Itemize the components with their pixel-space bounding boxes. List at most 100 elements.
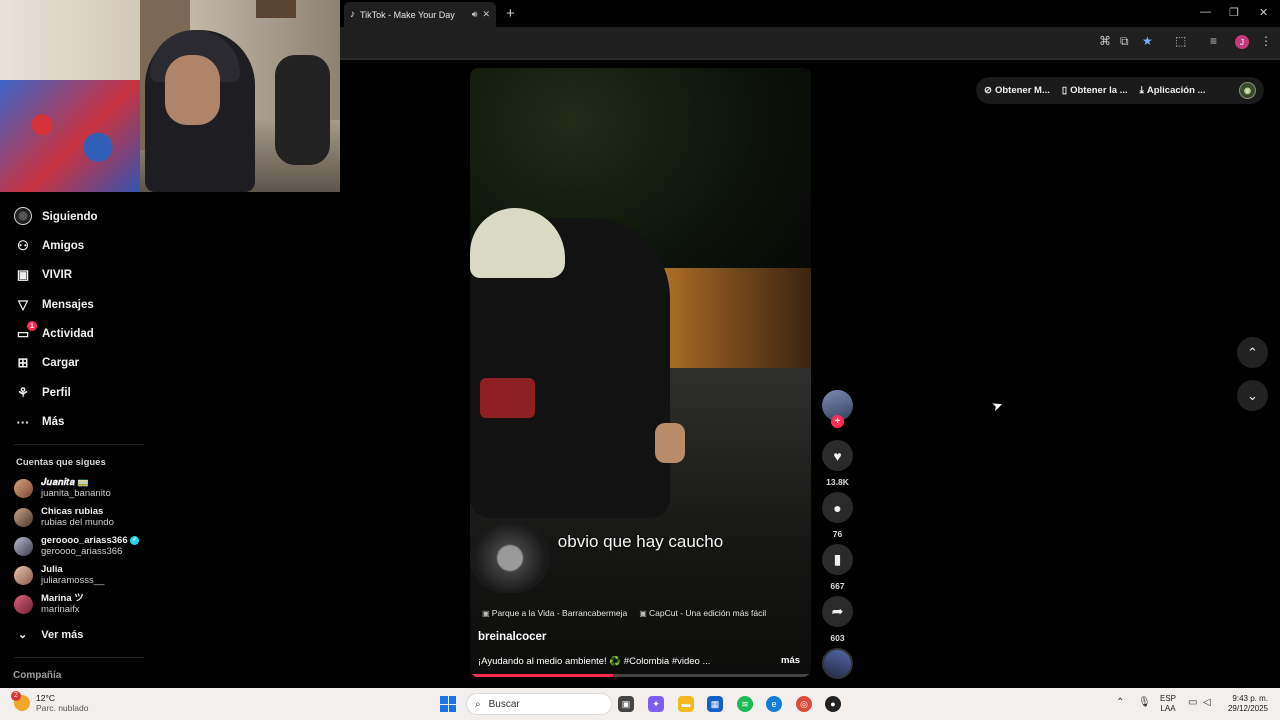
webcam-picture-frame: [256, 0, 296, 18]
chevron-down-icon: ⌄: [1247, 387, 1258, 403]
company-link[interactable]: Compañía: [13, 670, 61, 681]
top-actions-bar: ⊘ Obtener M... ▯ Obtener la ... ⤓ Aplicació…: [976, 77, 1264, 104]
video-tags: Parque a la Vida - Barrancabermeja CapCu…: [482, 608, 766, 618]
spotify-icon[interactable]: ≋: [737, 696, 753, 712]
chrome-icon[interactable]: ◎: [796, 696, 812, 712]
sidebar-item-siguiendo[interactable]: Siguiendo: [14, 206, 98, 228]
get-coins-button[interactable]: ⊘ Obtener M...: [984, 85, 1050, 96]
chevron-down-icon: ⌄: [18, 629, 28, 641]
video-username[interactable]: breinalcocer: [478, 631, 546, 643]
account-username: juanita_bananito: [41, 488, 111, 499]
tiktok-icon: ♪: [350, 9, 355, 20]
app-icon[interactable]: ●: [825, 696, 841, 712]
following-account[interactable]: 𝑱𝒖𝒂𝒏𝒊𝒕𝒂 🚃 juanita_bananito: [14, 475, 111, 501]
close-window-icon[interactable]: ✕: [1259, 6, 1268, 19]
video-scene-shirt-print: [480, 378, 535, 418]
volume-icon[interactable]: ◁: [1203, 697, 1211, 708]
copilot-icon[interactable]: ✦: [648, 696, 664, 712]
install-app-icon[interactable]: ⧉: [1120, 34, 1129, 49]
sidebar-item-cargar[interactable]: ⊞ Cargar: [14, 352, 80, 374]
following-account[interactable]: geroooo_ariass366 ✓ geroooo_ariass366: [14, 533, 140, 559]
following-ring-icon: [14, 206, 32, 228]
bookmark-star-icon[interactable]: ★: [1142, 34, 1153, 48]
video-player[interactable]: obvio que hay caucho Parque a la Vida - …: [470, 68, 811, 677]
store-icon[interactable]: ▦: [707, 696, 723, 712]
more-icon: ···: [16, 414, 30, 430]
edge-icon[interactable]: e: [766, 696, 782, 712]
weather-badge: 2: [11, 691, 21, 701]
following-account[interactable]: Julia juliaramosss__: [14, 562, 104, 588]
sidebar-nav: Siguiendo ⚇ Amigos ▣ VIVIR ▽ Mensajes ▭ 1…: [0, 192, 160, 688]
upload-icon: ⊞: [17, 355, 29, 370]
webcam-microphone: [275, 55, 330, 165]
close-tab-icon[interactable]: ✕: [482, 9, 490, 20]
windows-start-icon[interactable]: [440, 696, 456, 712]
restore-icon[interactable]: ❐: [1229, 6, 1239, 19]
file-explorer-icon[interactable]: ▬: [678, 696, 694, 712]
clock-time: 9:43 p. m.: [1232, 694, 1268, 703]
previous-video-button[interactable]: ⌃: [1237, 337, 1268, 368]
sidebar-item-perfil[interactable]: ⚘ Perfil: [14, 382, 71, 404]
tab-strip: ♪ TikTok - Make Your Day 🔊︎ ✕ + — ❐ ✕: [340, 0, 1280, 27]
desktop-app-button[interactable]: ⤓ Aplicación ...: [1140, 85, 1206, 96]
location-tag[interactable]: Parque a la Vida - Barrancabermeja: [482, 608, 627, 618]
account-name: Chicas rubias: [41, 506, 104, 517]
like-button[interactable]: ♥: [822, 440, 853, 471]
save-button[interactable]: ▮: [822, 544, 853, 575]
comment-button[interactable]: ●: [822, 492, 853, 523]
microphone-icon[interactable]: 🎙︎: [1138, 697, 1151, 708]
avatar: [14, 478, 33, 498]
sidebar-item-actividad[interactable]: ▭ 1 Actividad: [14, 321, 94, 345]
extensions-icon[interactable]: ⬚: [1175, 34, 1186, 48]
see-more-button[interactable]: ⌄ Ver más: [18, 628, 83, 642]
get-app-label: Obtener la ...: [1070, 85, 1128, 96]
sidebar-item-label: Cargar: [42, 357, 80, 369]
share-button[interactable]: ➦: [822, 596, 853, 627]
tray-chevron-up-icon[interactable]: ⌃: [1116, 697, 1124, 708]
system-clock[interactable]: 9:43 p. m. 29/12/2025: [1224, 694, 1268, 714]
following-section-title: Cuentas que sigues: [16, 457, 106, 468]
following-account[interactable]: Chicas rubias rubias del mundo: [14, 504, 114, 530]
translate-icon[interactable]: ⌘: [1099, 34, 1111, 48]
speaker-icon[interactable]: 🔊︎: [472, 9, 478, 20]
heart-icon: ♥: [833, 447, 842, 464]
sidebar-item-amigos[interactable]: ⚇ Amigos: [14, 235, 84, 257]
avatar: [14, 594, 33, 614]
task-view-icon[interactable]: ▣: [618, 696, 634, 712]
messages-icon: ▽: [18, 297, 28, 312]
comment-icon: ●: [833, 499, 842, 516]
browser-toolbar: ⌘ ⧉ ★ ⬚ ≡ J ⋮: [340, 27, 1280, 58]
browser-tab[interactable]: ♪ TikTok - Make Your Day 🔊︎ ✕: [344, 2, 496, 27]
sidebar-item-label: Más: [42, 416, 65, 428]
music-disc-avatar[interactable]: [822, 648, 853, 679]
get-app-button[interactable]: ▯ Obtener la ...: [1062, 85, 1128, 96]
weather-icon: 2: [11, 691, 30, 711]
bookmark-icon: ▮: [833, 551, 842, 567]
like-count: 13.8K: [826, 477, 849, 487]
taskbar-search[interactable]: ⌕ Buscar: [466, 693, 612, 715]
sidebar-item-vivir[interactable]: ▣ VIVIR: [14, 264, 72, 286]
menu-kebab-icon[interactable]: ⋮: [1260, 34, 1272, 48]
live-icon: ▣: [16, 267, 30, 282]
sidebar-item-label: VIVIR: [42, 269, 73, 281]
minimize-icon[interactable]: —: [1200, 6, 1211, 18]
sidebar-item-mensajes[interactable]: ▽ Mensajes: [14, 294, 94, 316]
account-name: 𝑱𝒖𝒂𝒏𝒊𝒕𝒂 🚃: [41, 477, 90, 488]
clock-date: 29/12/2025: [1227, 704, 1268, 713]
video-progress-bar[interactable]: [470, 674, 811, 677]
verified-badge-icon: ✓: [130, 535, 140, 545]
friends-icon: ⚇: [17, 238, 29, 253]
weather-widget[interactable]: 2 12°C Parc. nublado: [11, 691, 88, 713]
user-avatar[interactable]: ◉: [1239, 82, 1256, 99]
network-icon[interactable]: ▭: [1188, 697, 1197, 708]
more-button[interactable]: más: [781, 655, 800, 666]
following-account[interactable]: Marina ツ marinaifx: [14, 591, 84, 617]
media-control-icon[interactable]: ≡: [1210, 34, 1217, 48]
next-video-button[interactable]: ⌄: [1237, 380, 1268, 411]
capcut-tag[interactable]: CapCut - Una edición más fácil: [639, 608, 766, 618]
follow-plus-icon[interactable]: +: [831, 415, 844, 428]
new-tab-button[interactable]: +: [506, 5, 515, 22]
sidebar-item-mas[interactable]: ··· Más: [14, 411, 65, 433]
profile-avatar[interactable]: J: [1235, 35, 1249, 49]
language-indicator[interactable]: ESP LAA: [1160, 694, 1176, 714]
